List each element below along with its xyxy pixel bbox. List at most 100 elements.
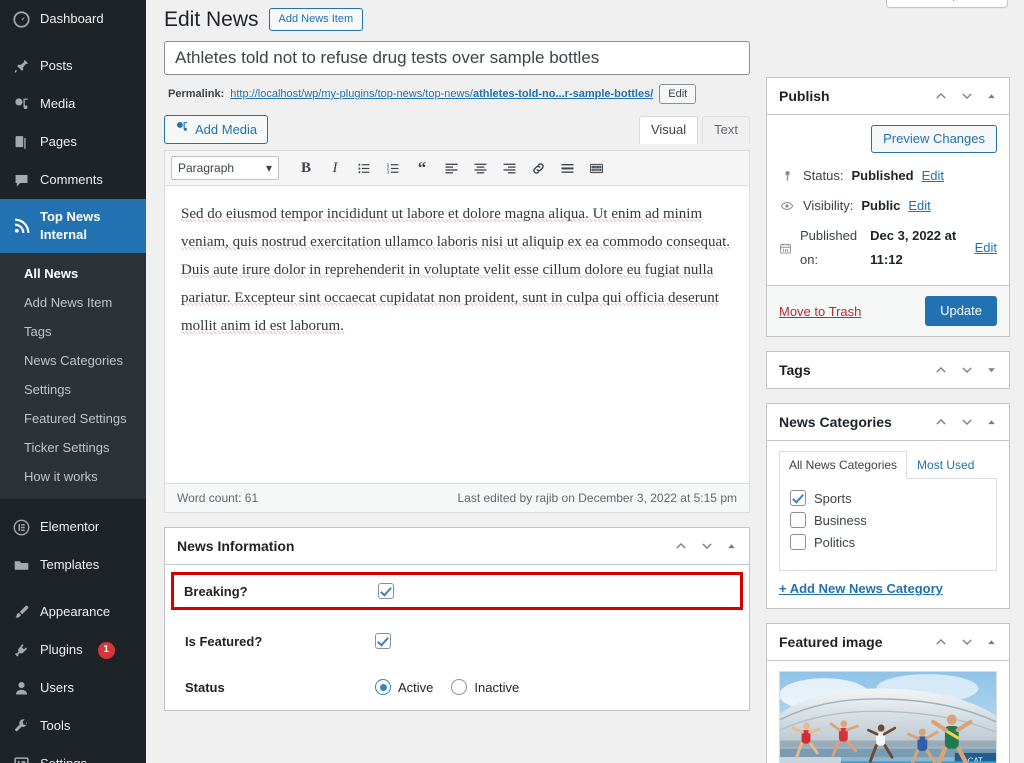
move-up-icon[interactable]	[934, 363, 948, 377]
move-up-icon[interactable]	[674, 539, 688, 553]
align-center-icon[interactable]	[467, 156, 493, 180]
sidebar-item-plugins[interactable]: Plugins 1	[0, 631, 146, 669]
move-down-icon[interactable]	[960, 89, 974, 103]
toggle-panel-icon[interactable]	[726, 541, 737, 552]
add-new-news-category-link[interactable]: + Add New News Category	[779, 581, 997, 596]
sidebar-item-top-news-internal[interactable]: Top News Internal	[0, 199, 146, 253]
status-label: Status	[175, 680, 375, 695]
sidebar-item-dashboard[interactable]: Dashboard	[0, 0, 146, 38]
sidebar-item-templates[interactable]: Templates	[0, 546, 146, 584]
sidebar-item-media[interactable]: Media	[0, 85, 146, 123]
move-up-icon[interactable]	[934, 635, 948, 649]
admin-sidebar: Dashboard Posts Media Pages Commen	[0, 0, 146, 763]
sidebar-item-pages[interactable]: Pages	[0, 123, 146, 161]
metabox-title: Publish	[779, 87, 830, 105]
is-featured-checkbox[interactable]	[375, 633, 391, 649]
numbered-list-icon[interactable]: 123	[380, 156, 406, 180]
status-row: Status Active Inactive	[165, 664, 749, 710]
toggle-panel-icon[interactable]	[986, 417, 997, 428]
svg-text:3: 3	[386, 169, 389, 174]
sidebar-item-comments[interactable]: Comments	[0, 161, 146, 199]
editor-container: Paragraph ▾ B I 123 “	[164, 150, 750, 513]
preview-changes-button[interactable]: Preview Changes	[871, 125, 997, 153]
dashboard-icon	[11, 9, 31, 29]
sidebar-item-tools[interactable]: Tools	[0, 707, 146, 745]
status-radio-inactive[interactable]	[451, 679, 467, 695]
sidebar-item-appearance[interactable]: Appearance	[0, 593, 146, 631]
metabox-controls	[934, 89, 997, 103]
submenu-item-news-categories[interactable]: News Categories	[0, 346, 146, 375]
main-content: Screen Options ▾ Edit News Add News Item…	[146, 0, 1024, 763]
move-down-icon[interactable]	[700, 539, 714, 553]
submenu-item-all-news[interactable]: All News	[0, 259, 146, 288]
bold-icon[interactable]: B	[293, 156, 319, 180]
link-icon[interactable]	[525, 156, 551, 180]
submenu-item-add-news-item[interactable]: Add News Item	[0, 288, 146, 317]
sidebar-item-users[interactable]: Users	[0, 669, 146, 707]
metabox-title: Tags	[779, 361, 811, 379]
tab-all-news-categories[interactable]: All News Categories	[779, 451, 907, 479]
category-item: Business	[790, 509, 986, 531]
submenu-item-how-it-works[interactable]: How it works	[0, 462, 146, 491]
add-media-button[interactable]: Add Media	[164, 115, 268, 144]
metabox-header: News Categories	[767, 404, 1009, 441]
pages-icon	[11, 132, 31, 152]
breaking-row: Breaking?	[171, 572, 743, 610]
featured-image-thumbnail[interactable]: CAT	[779, 671, 997, 763]
menu-separator	[0, 38, 146, 47]
move-up-icon[interactable]	[934, 415, 948, 429]
update-button[interactable]: Update	[925, 296, 997, 326]
edit-published-link[interactable]: Edit	[975, 236, 997, 260]
media-icon	[175, 120, 189, 139]
submenu-item-settings[interactable]: Settings	[0, 375, 146, 404]
move-down-icon[interactable]	[960, 635, 974, 649]
category-checkbox-business[interactable]	[790, 512, 806, 528]
submenu-item-ticker-settings[interactable]: Ticker Settings	[0, 433, 146, 462]
bulleted-list-icon[interactable]	[351, 156, 377, 180]
submenu-item-featured-settings[interactable]: Featured Settings	[0, 404, 146, 433]
category-checkbox-politics[interactable]	[790, 534, 806, 550]
align-left-icon[interactable]	[438, 156, 464, 180]
italic-icon[interactable]: I	[322, 156, 348, 180]
blockquote-icon[interactable]: “	[409, 156, 435, 180]
add-news-item-button[interactable]: Add News Item	[269, 8, 364, 31]
news-categories-metabox: News Categories	[766, 403, 1010, 609]
align-right-icon[interactable]	[496, 156, 522, 180]
move-up-icon[interactable]	[934, 89, 948, 103]
category-item: Sports	[790, 487, 986, 509]
toggle-panel-icon[interactable]	[986, 365, 997, 376]
submenu-item-tags[interactable]: Tags	[0, 317, 146, 346]
sidebar-item-posts[interactable]: Posts	[0, 47, 146, 85]
post-title-input[interactable]	[164, 41, 750, 75]
move-down-icon[interactable]	[960, 363, 974, 377]
category-label: Business	[814, 513, 867, 528]
move-to-trash-link[interactable]: Move to Trash	[779, 304, 861, 319]
permalink-label: Permalink:	[168, 88, 224, 100]
edit-permalink-button[interactable]: Edit	[659, 84, 696, 104]
sidebar-item-elementor[interactable]: Elementor	[0, 508, 146, 546]
category-checkbox-sports[interactable]	[790, 490, 806, 506]
sidebar-item-settings[interactable]: Settings	[0, 745, 146, 763]
toggle-panel-icon[interactable]	[986, 637, 997, 648]
toggle-panel-icon[interactable]	[986, 91, 997, 102]
metabox-controls	[674, 539, 737, 553]
permalink-link[interactable]: http://localhost/wp/my-plugins/top-news/…	[230, 88, 653, 100]
paragraph-format-select[interactable]: Paragraph ▾	[171, 156, 279, 180]
read-more-icon[interactable]	[554, 156, 580, 180]
edit-status-link[interactable]: Edit	[922, 164, 944, 188]
edit-visibility-link[interactable]: Edit	[908, 194, 930, 218]
tab-most-used[interactable]: Most Used	[907, 451, 984, 479]
permalink-slug: athletes-told-no...r-sample-bottles/	[473, 88, 653, 100]
publish-footer: Move to Trash Update	[767, 285, 1009, 336]
page-title: Edit News	[164, 6, 259, 33]
status-radio-active[interactable]	[375, 679, 391, 695]
tab-visual[interactable]: Visual	[639, 116, 698, 144]
eye-icon	[779, 199, 795, 213]
screen-options-tab[interactable]: Screen Options ▾	[886, 0, 1008, 8]
move-down-icon[interactable]	[960, 415, 974, 429]
category-label: Sports	[814, 491, 852, 506]
tab-text[interactable]: Text	[702, 116, 750, 144]
toolbar-toggle-icon[interactable]	[583, 156, 609, 180]
editor-content-area[interactable]: Sed do eiusmod tempor incididunt ut labo…	[165, 186, 749, 483]
breaking-checkbox[interactable]	[378, 583, 394, 599]
